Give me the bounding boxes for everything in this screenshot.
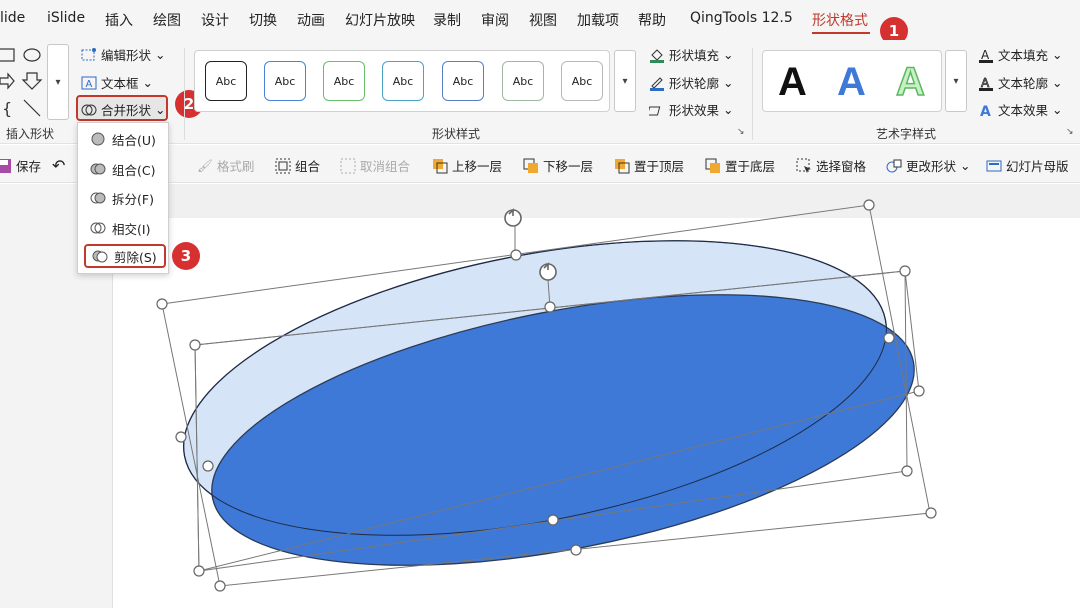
menu-item-combine[interactable]: 组合(C) <box>84 157 166 181</box>
merge-shapes-menu: 结合(U) 组合(C) 拆分(F) 相交(I) 剪除(S) <box>77 122 169 274</box>
union-icon <box>91 132 105 146</box>
fragment-icon <box>90 192 106 204</box>
menu-item-label: 拆分(F) <box>112 191 154 207</box>
step-badge-3: 3 <box>172 242 200 270</box>
intersect-icon <box>90 222 106 234</box>
menu-item-label: 相交(I) <box>112 221 151 237</box>
menu-item-label: 剪除(S) <box>114 249 157 265</box>
menu-item-label: 结合(U) <box>112 132 156 148</box>
rotate-handle-icon[interactable] <box>539 262 557 281</box>
menu-item-intersect[interactable]: 相交(I) <box>84 216 166 240</box>
subtract-icon <box>92 250 108 263</box>
slide-shapes <box>156 199 937 592</box>
menu-item-fragment[interactable]: 拆分(F) <box>84 186 166 210</box>
menu-item-union[interactable]: 结合(U) <box>84 127 166 151</box>
combine-icon <box>90 163 106 175</box>
menu-item-subtract[interactable]: 剪除(S) <box>84 244 166 268</box>
menu-item-label: 组合(C) <box>112 162 156 178</box>
rotate-handle-icon[interactable] <box>504 208 522 227</box>
